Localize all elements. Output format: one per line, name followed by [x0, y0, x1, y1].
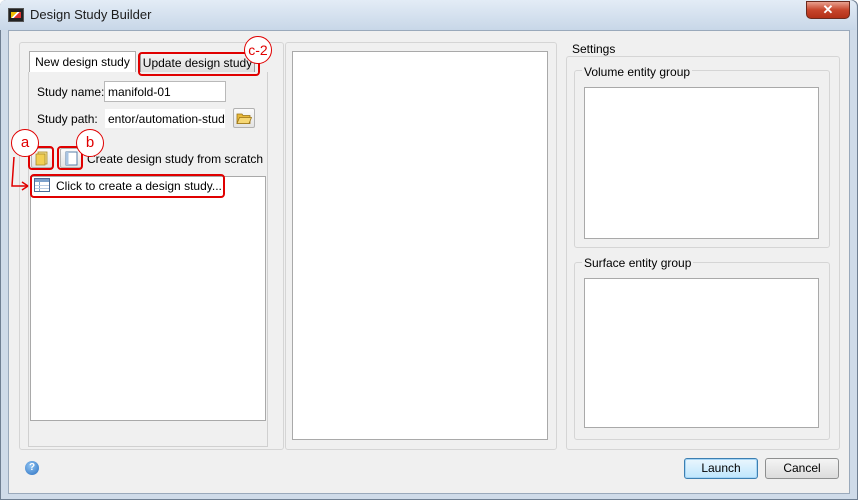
- preview-area: [292, 51, 548, 440]
- callout-c2-marker: c-2: [244, 36, 272, 64]
- study-list[interactable]: [30, 176, 266, 421]
- surface-group-label: Surface entity group: [582, 256, 694, 270]
- callout-b-marker: b: [76, 129, 104, 157]
- surface-entity-list[interactable]: [584, 278, 819, 428]
- callout-update-tab-box: [138, 52, 260, 76]
- help-icon[interactable]: ?: [25, 461, 39, 475]
- cancel-button[interactable]: Cancel: [765, 458, 839, 479]
- create-from-scratch-label: Create design study from scratch: [87, 152, 264, 166]
- callout-arrow: [11, 156, 29, 191]
- close-button[interactable]: ✕: [806, 1, 850, 19]
- folder-open-icon: [236, 113, 253, 124]
- study-path-input[interactable]: entor/automation-study: [104, 108, 226, 129]
- launch-button[interactable]: Launch: [684, 458, 758, 479]
- browse-folder-button[interactable]: [233, 108, 255, 128]
- volume-entity-list[interactable]: [584, 87, 819, 239]
- settings-title: Settings: [572, 42, 616, 56]
- volume-group-label: Volume entity group: [582, 65, 693, 79]
- study-name-input[interactable]: manifold-01: [104, 81, 226, 102]
- close-icon: ✕: [822, 2, 834, 17]
